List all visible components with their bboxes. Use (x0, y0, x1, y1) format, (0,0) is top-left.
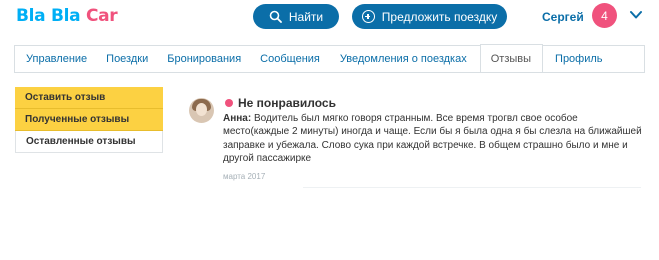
user-name-link[interactable]: Сергей (542, 10, 584, 24)
top-header: Bla Bla Car Найти Предложить поездку Сер… (0, 0, 659, 38)
plus-circle-icon (361, 10, 375, 23)
sidebar-item-received-reviews[interactable]: Полученные отзывы (15, 109, 163, 131)
notifications-badge[interactable]: 4 (592, 3, 617, 28)
tab-bookings[interactable]: Бронирования (160, 45, 253, 72)
sidebar-item-label: Оставленные отзывы (26, 136, 136, 147)
find-button[interactable]: Найти (253, 4, 339, 29)
search-icon (269, 10, 282, 23)
review-text: Анна: Водитель был мягко говоря странным… (223, 112, 643, 166)
logo-text: Bla Bla (16, 6, 86, 26)
tab-messages[interactable]: Сообщения (253, 45, 332, 72)
review-author: Анна: (223, 113, 252, 124)
chevron-down-icon[interactable] (629, 8, 643, 22)
logo-text-car: Car (85, 6, 118, 26)
sidebar-item-given-reviews[interactable]: Оставленные отзывы (15, 131, 163, 153)
negative-rating-dot-icon (225, 99, 233, 107)
find-button-label: Найти (288, 9, 324, 24)
tab-profile[interactable]: Профиль (543, 45, 613, 72)
tab-reviews[interactable]: Отзывы (479, 44, 544, 72)
offer-ride-button-label: Предложить поездку (381, 9, 498, 24)
sidebar-item-leave-review[interactable]: Оставить отзыв (15, 87, 163, 109)
avatar[interactable] (189, 98, 214, 123)
offer-ride-button[interactable]: Предложить поездку (352, 4, 507, 29)
blablacar-logo[interactable]: Bla Bla Car (16, 6, 118, 26)
review-divider (303, 187, 641, 188)
tab-trips[interactable]: Поездки (99, 45, 160, 72)
tab-trip-notifications[interactable]: Уведомления о поездках (332, 45, 480, 72)
review-body: Водитель был мягко говоря странным. Все … (223, 113, 642, 165)
review-title: Не понравилось (238, 96, 336, 110)
review-date: марта 2017 (223, 172, 266, 181)
main-tabs: Управление Поездки Бронирования Сообщени… (14, 44, 645, 73)
reviews-sidebar: Оставить отзыв Полученные отзывы Оставле… (15, 87, 163, 153)
tab-management[interactable]: Управление (15, 45, 99, 72)
avatar-face (196, 103, 207, 116)
